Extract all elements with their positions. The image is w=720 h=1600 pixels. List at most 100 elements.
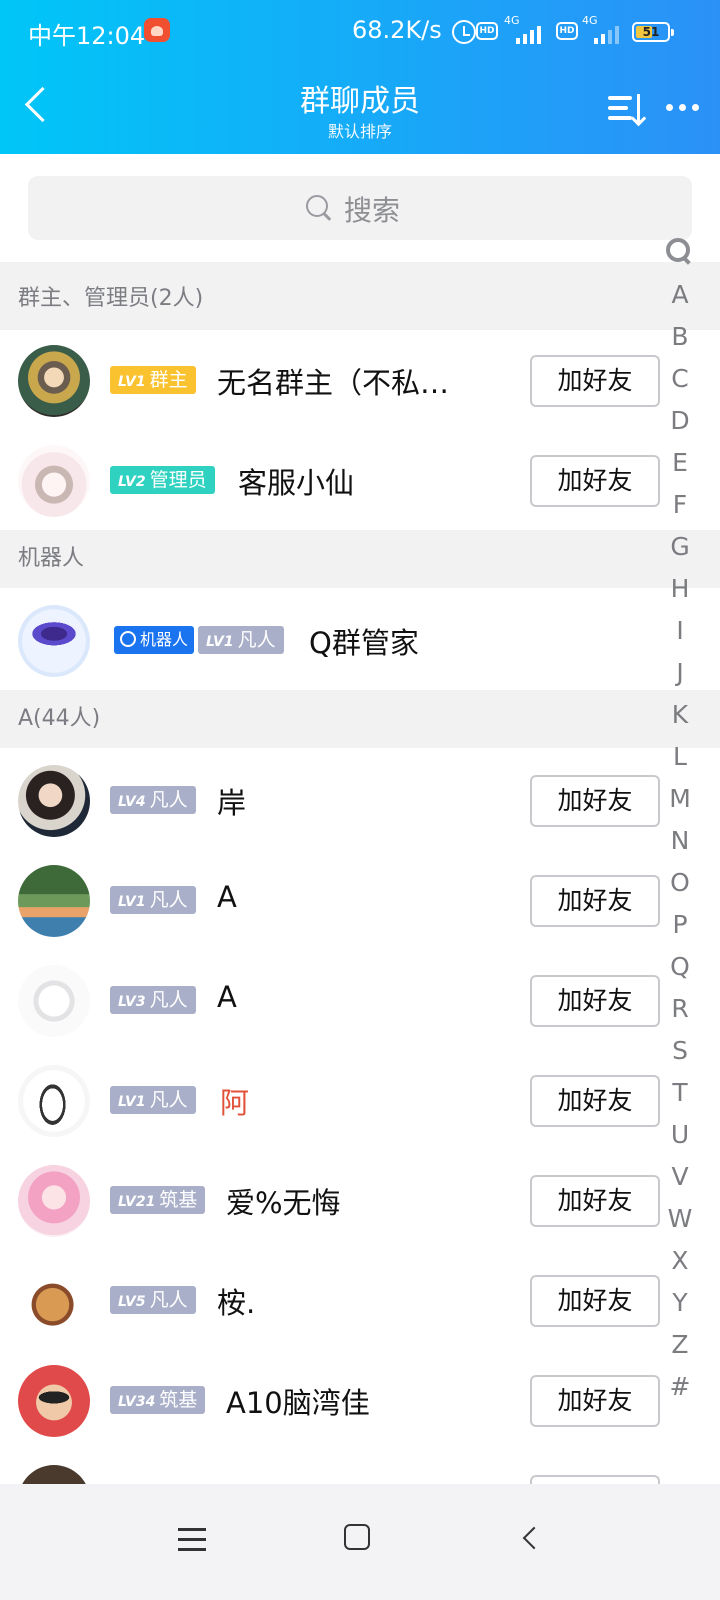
index-letter[interactable]: M: [660, 784, 700, 813]
member-row[interactable]: LV21 筑基 爱%无悔 加好友: [0, 1150, 720, 1250]
index-letter[interactable]: R: [660, 994, 700, 1023]
index-letter[interactable]: K: [660, 700, 700, 729]
add-friend-button[interactable]: 加好友: [530, 775, 660, 827]
member-name: 爱%无悔: [226, 1186, 341, 1220]
add-friend-button[interactable]: 加好友: [530, 975, 660, 1027]
app-notification-icon: [144, 18, 170, 42]
signal-icon: 4G: [582, 14, 628, 44]
section-header-admins: 群主、管理员(2人): [0, 262, 720, 330]
member-row[interactable]: LV1 群主 无名群主（不私… 加好友: [0, 330, 720, 430]
system-back-icon[interactable]: [520, 1528, 540, 1548]
badge-group: 机器人 LV1 凡人: [114, 626, 284, 654]
add-friend-button[interactable]: 加好友: [530, 1275, 660, 1327]
status-time: 中午12:04: [28, 22, 146, 50]
index-letter[interactable]: S: [660, 1036, 700, 1065]
avatar: [18, 765, 90, 837]
index-letter[interactable]: L: [660, 742, 700, 771]
member-row-partial[interactable]: [0, 1450, 720, 1484]
more-icon[interactable]: [666, 104, 702, 116]
index-letter[interactable]: P: [660, 910, 700, 939]
avatar: [18, 1065, 90, 1137]
index-letter[interactable]: Y: [660, 1288, 700, 1317]
add-friend-button[interactable]: 加好友: [530, 1075, 660, 1127]
member-row[interactable]: LV5 凡人 桉. 加好友: [0, 1250, 720, 1350]
avatar: [18, 1165, 90, 1237]
index-letter[interactable]: B: [660, 322, 700, 351]
hd-icon: HD: [476, 22, 498, 40]
index-letter[interactable]: C: [660, 364, 700, 393]
add-friend-button[interactable]: 加好友: [530, 1375, 660, 1427]
robot-icon: [120, 631, 136, 647]
index-letter[interactable]: Q: [660, 952, 700, 981]
avatar: [18, 965, 90, 1037]
battery-icon: 51: [632, 22, 674, 42]
recent-apps-icon[interactable]: [178, 1528, 206, 1552]
badge-group: LV34 筑基: [110, 1386, 206, 1414]
home-icon[interactable]: [344, 1524, 370, 1550]
index-letter[interactable]: D: [660, 406, 700, 435]
level-badge: LV3 凡人: [110, 986, 196, 1014]
hd-icon: HD: [556, 22, 578, 40]
index-letter[interactable]: F: [660, 490, 700, 519]
member-name: A: [217, 880, 237, 914]
search-placeholder: 搜索: [344, 194, 401, 227]
avatar: [18, 345, 90, 417]
level-badge: LV5 凡人: [110, 1286, 196, 1314]
robot-badge: 机器人: [114, 626, 195, 654]
index-letter[interactable]: W: [660, 1204, 700, 1233]
level-badge: LV21 筑基: [110, 1186, 206, 1214]
add-friend-button[interactable]: 加好友: [530, 455, 660, 507]
member-name: A: [217, 980, 237, 1014]
member-name: 阿: [220, 1086, 250, 1120]
badge-group: LV1 凡人: [110, 1086, 196, 1114]
add-friend-button[interactable]: [530, 1475, 660, 1484]
index-letter[interactable]: Z: [660, 1330, 700, 1359]
member-row[interactable]: LV34 筑基 A10脑湾佳 加好友: [0, 1350, 720, 1450]
member-row[interactable]: 机器人 LV1 凡人 Q群管家: [0, 590, 720, 690]
index-letter[interactable]: T: [660, 1078, 700, 1107]
member-row[interactable]: LV3 凡人 A 加好友: [0, 950, 720, 1050]
index-search-icon[interactable]: [666, 236, 692, 266]
index-letter[interactable]: U: [660, 1120, 700, 1149]
badge-group: LV2 管理员: [110, 466, 215, 494]
index-letter[interactable]: E: [660, 448, 700, 477]
index-letter[interactable]: N: [660, 826, 700, 855]
badge-group: LV1 群主: [110, 366, 196, 394]
add-friend-button[interactable]: 加好友: [530, 1175, 660, 1227]
index-letter[interactable]: O: [660, 868, 700, 897]
badge-group: LV1 凡人: [110, 886, 196, 914]
sort-icon[interactable]: [608, 94, 644, 124]
section-header-robots: 机器人: [0, 530, 720, 588]
index-letter[interactable]: #: [660, 1372, 700, 1401]
member-row[interactable]: LV1 凡人 阿 加好友: [0, 1050, 720, 1150]
search-input[interactable]: 搜索: [28, 176, 692, 240]
level-badge: LV1 凡人: [110, 1086, 196, 1114]
avatar: [18, 1365, 90, 1437]
status-bar: 中午12:04 68.2K/s HD 4G HD 4G 51: [0, 0, 720, 64]
index-letter[interactable]: I: [660, 616, 700, 645]
index-letter[interactable]: G: [660, 532, 700, 561]
level-badge: LV1 凡人: [198, 626, 284, 654]
member-name: A10脑湾佳: [226, 1386, 370, 1420]
add-friend-button[interactable]: 加好友: [530, 355, 660, 407]
search-icon: [306, 195, 332, 221]
level-badge: LV1 凡人: [110, 886, 196, 914]
level-badge: LV2 管理员: [110, 466, 215, 494]
robot-avatar: [18, 605, 90, 677]
badge-group: LV21 筑基: [110, 1186, 206, 1214]
index-letter[interactable]: X: [660, 1246, 700, 1275]
index-letter[interactable]: H: [660, 574, 700, 603]
member-row[interactable]: LV4 凡人 岸 加好友: [0, 750, 720, 850]
index-letter[interactable]: V: [660, 1162, 700, 1191]
member-name: 桉.: [217, 1286, 256, 1320]
add-friend-button[interactable]: 加好友: [530, 875, 660, 927]
alarm-icon: [452, 20, 476, 44]
avatar: [18, 1265, 90, 1337]
member-row[interactable]: LV2 管理员 客服小仙 加好友: [0, 430, 720, 530]
index-letter[interactable]: J: [660, 658, 700, 687]
member-name: 岸: [217, 786, 247, 820]
member-row[interactable]: LV1 凡人 A 加好友: [0, 850, 720, 950]
signal-icon: 4G: [504, 14, 550, 44]
index-letter[interactable]: A: [660, 280, 700, 309]
member-name: 无名群主（不私…: [217, 366, 450, 400]
